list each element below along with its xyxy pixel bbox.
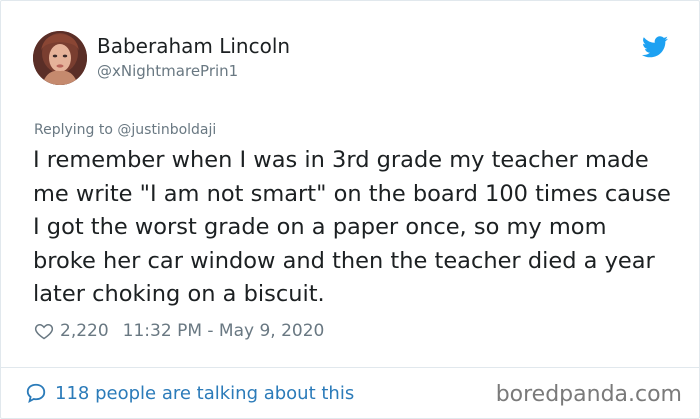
avatar-image [33,31,87,85]
avatar[interactable] [33,31,87,85]
author-handle[interactable]: @xNightmarePrin1 [97,62,238,80]
twitter-bird-icon[interactable] [642,36,668,58]
tweet-meta: 2,220 11:32 PM - May 9, 2020 [34,319,324,343]
watermark: boredpanda.com [495,382,682,407]
like-count[interactable]: 2,220 [60,321,109,341]
author-name[interactable]: Baberaham Lincoln [97,34,290,58]
tweet-card: Baberaham Lincoln @xNightmarePrin1 Reply… [0,0,700,419]
divider [1,367,699,368]
replying-prefix: Replying to [34,122,113,138]
timestamp[interactable]: 11:32 PM - May 9, 2020 [123,321,325,341]
speech-bubble-icon [26,383,46,404]
conversation-text: 118 people are talking about this [55,382,355,404]
heart-icon[interactable] [34,321,54,341]
tweet-text: I remember when I was in 3rd grade my te… [33,147,671,307]
replying-to: Replying to @justinboldaji [34,122,216,138]
conversation-link[interactable]: 118 people are talking about this [25,382,354,404]
reply-mention-link[interactable]: @justinboldaji [117,122,216,138]
